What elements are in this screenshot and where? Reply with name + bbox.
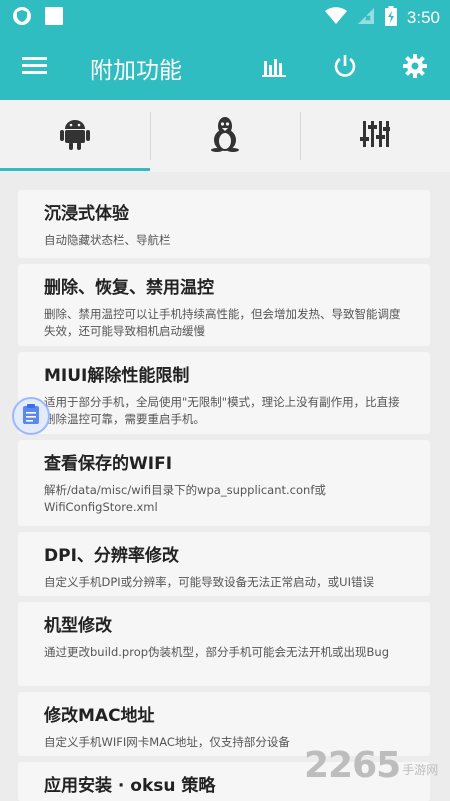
- app-toolbar: 附加功能: [0, 34, 450, 100]
- wifi-icon: [324, 7, 347, 29]
- linux-penguin-icon: [210, 116, 240, 156]
- tab-tuning[interactable]: [300, 100, 450, 172]
- active-tab-indicator: [0, 168, 150, 171]
- settings-gear-icon[interactable]: [402, 53, 430, 81]
- list-item-miui-performance[interactable]: MIUI解除性能限制 适用于部分手机，全局使用"无限制"模式，理论上没有副作用，…: [18, 352, 430, 434]
- power-icon[interactable]: [332, 53, 360, 81]
- menu-icon[interactable]: [22, 53, 48, 79]
- item-title: DPI、分辨率修改: [44, 546, 179, 566]
- item-desc: 通过更改build.prop伪装机型，部分手机可能会无法开机或出现Bug: [44, 645, 390, 659]
- list-item-thermal-control[interactable]: 删除、恢复、禁用温控 删除、禁用温控可以让手机持续高性能，但会增加发热、导致智能…: [18, 264, 430, 346]
- signal-icon: [357, 7, 375, 29]
- item-title: 查看保存的WIFI: [44, 454, 173, 474]
- list-item-device-model[interactable]: 机型修改 通过更改build.prop伪装机型，部分手机可能会无法开机或出现Bu…: [18, 602, 430, 686]
- item-desc: 适用于部分手机，全局使用"无限制"模式，理论上没有副作用，比直接删除温控可靠，需…: [44, 395, 400, 426]
- list-item-immersive[interactable]: 沉浸式体验 自动隐藏状态栏、导航栏: [18, 190, 430, 258]
- watermark-suffix: 手游网: [402, 763, 439, 777]
- item-title: 机型修改: [44, 616, 112, 636]
- battery-icon: [384, 6, 397, 30]
- shield-notification-icon: [12, 6, 32, 30]
- item-desc: 删除、禁用温控可以让手机持续高性能，但会增加发热、导致智能调度失效，还可能导致相…: [44, 307, 401, 338]
- list-item-dpi-resolution[interactable]: DPI、分辨率修改 自定义手机DPI或分辨率，可能导致设备无法正常启动，或UI错…: [18, 532, 430, 596]
- android-icon: [60, 117, 90, 155]
- status-bar: 3:50: [0, 0, 450, 34]
- item-desc: 自动隐藏状态栏、导航栏: [44, 233, 171, 247]
- item-title: 删除、恢复、禁用温控: [44, 278, 214, 298]
- clipboard-icon: [22, 404, 40, 428]
- floating-clipboard-button[interactable]: [12, 397, 50, 435]
- sliders-icon: [360, 119, 391, 153]
- tab-linux[interactable]: [150, 100, 300, 172]
- status-time: 3:50: [406, 8, 440, 27]
- list-item-saved-wifi[interactable]: 查看保存的WIFI 解析/data/misc/wifi目录下的wpa_suppl…: [18, 440, 430, 526]
- item-desc: 自定义手机DPI或分辨率，可能导致设备无法正常启动，或UI错误: [44, 575, 374, 589]
- item-title: 沉浸式体验: [44, 204, 129, 224]
- watermark-number: 2265: [304, 745, 401, 786]
- item-title: 修改MAC地址: [44, 706, 155, 726]
- item-title: MIUI解除性能限制: [44, 366, 190, 386]
- site-watermark: 2265 手游网: [304, 745, 438, 786]
- tab-bar: [0, 100, 450, 172]
- bar-chart-icon[interactable]: [262, 53, 290, 81]
- item-desc: 解析/data/misc/wifi目录下的wpa_supplicant.conf…: [44, 483, 326, 514]
- tab-android[interactable]: [0, 100, 150, 172]
- page-title: 附加功能: [90, 58, 182, 84]
- square-notification-icon: [44, 6, 64, 30]
